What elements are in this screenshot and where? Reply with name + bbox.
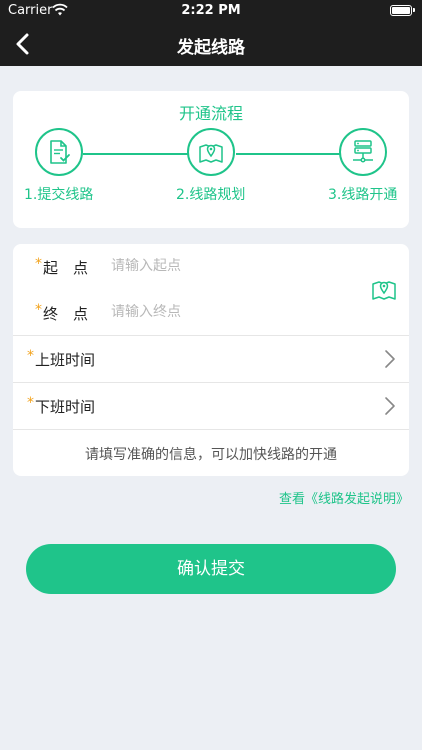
start-point-label: 起 点 [43,259,89,277]
work-end-time-label: 下班时间 [35,398,96,416]
map-pin-icon [199,144,223,163]
step-1-label: 1.提交线路 [24,187,94,203]
chevron-right-icon [385,397,395,415]
route-form-card: * 起 点 * 终 点 * 上班时间 * 下班时间 请填写准确的信息，可以加快线… [13,244,409,476]
end-point-label: 终 点 [43,305,89,323]
start-point-input[interactable] [111,258,341,274]
navigation-bar: 发起线路 [0,22,422,66]
form-hint: 请填写准确的信息，可以加快线路的开通 [85,447,337,463]
step-2-circle [187,128,235,176]
page-title: 发起线路 [177,38,245,58]
process-connector [236,153,341,155]
step-3-circle [339,128,387,176]
required-mark: * [27,395,34,411]
work-end-time-row[interactable]: * 下班时间 [13,383,409,429]
battery-icon [390,5,415,16]
server-network-icon [353,140,373,163]
status-bar: Carrier 2:22 PM [0,0,422,22]
work-start-time-label: 上班时间 [35,351,96,369]
process-card: 开通流程 1.提交线路 2.线路规划 3.线路开通 [13,91,409,228]
required-mark: * [35,302,42,318]
end-point-input[interactable] [111,304,341,320]
map-pin-icon[interactable] [371,277,397,301]
chevron-right-icon [385,350,395,368]
step-3-label: 3.线路开通 [328,187,398,203]
work-start-time-row[interactable]: * 上班时间 [13,336,409,382]
document-check-icon [50,140,70,164]
divider [13,429,409,430]
step-1-circle [35,128,83,176]
chevron-left-icon [16,33,29,55]
required-mark: * [27,348,34,364]
route-instructions-link[interactable]: 查看《线路发起说明》 [279,488,409,507]
process-title: 开通流程 [178,104,243,123]
process-connector [83,153,188,155]
required-mark: * [35,256,42,272]
start-point-row: * 起 点 [13,256,409,280]
submit-button[interactable]: 确认提交 [26,544,396,594]
end-point-row: * 终 点 [13,302,409,326]
status-time: 2:22 PM [181,3,241,18]
back-button[interactable] [8,28,40,60]
step-2-label: 2.线路规划 [176,187,246,203]
